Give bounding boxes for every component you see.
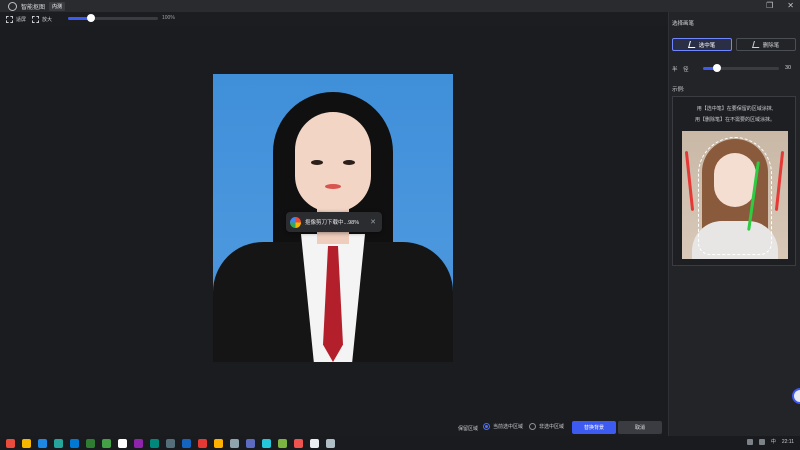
example-erase-stroke-left [684, 151, 695, 211]
eraser-pen-icon [751, 41, 761, 48]
example-label: 示例: [672, 87, 685, 93]
photo-right-eye [343, 160, 355, 165]
wifi-icon[interactable] [746, 438, 753, 445]
ime-indicator[interactable]: 中 [771, 438, 776, 445]
fit-screen-icon [6, 15, 13, 23]
keep-area-label: 保留区域 [458, 426, 479, 432]
select-pen-button[interactable]: 选中笔 [672, 38, 732, 51]
taskbar-app-icons [6, 438, 335, 448]
radio-dot-icon [483, 423, 490, 430]
radius-value: 30 [785, 65, 792, 71]
taskbar-app-icon[interactable] [54, 438, 63, 448]
app-title: 智能抠图 [21, 4, 46, 11]
taskbar-app-icon[interactable] [310, 438, 319, 448]
example-line-1: 用【选中笔】在要保留的区域涂抹, [696, 106, 774, 112]
radio-current-area[interactable]: 当前选中区域 [483, 423, 523, 430]
radius-label: 半 径 [672, 67, 689, 73]
zoom-percent: 100% [162, 15, 175, 21]
toast-text: 抠像剪刀下载中...98% [305, 220, 360, 226]
view-toolbar: 适屏 放大 100% [0, 12, 668, 26]
close-toast-icon[interactable]: ✕ [370, 218, 376, 226]
taskbar-app-icon[interactable] [182, 438, 191, 448]
taskbar-app-icon[interactable] [86, 438, 95, 448]
taskbar-app-icon[interactable] [134, 438, 143, 448]
system-tray: 中 22:11 [746, 438, 794, 445]
taskbar-clock[interactable]: 22:11 [782, 439, 794, 445]
example-box: 用【选中笔】在要保留的区域涂抹, 用【删除笔】在不需要的区域涂抹。 [672, 96, 796, 266]
edit-canvas[interactable]: 抠像剪刀下载中...98% ✕ [0, 26, 668, 420]
fit-screen-label: 适屏 [16, 16, 27, 23]
select-pen-label: 选中笔 [698, 42, 716, 49]
radio-other-area[interactable]: 非选中区域 [529, 423, 564, 430]
zoom-slider-handle[interactable] [87, 14, 96, 22]
beta-badge: 内测 [49, 1, 66, 11]
taskbar-app-icon[interactable] [294, 438, 303, 448]
radio-dot-icon [529, 423, 536, 430]
photo-left-eye [311, 160, 323, 165]
close-window-icon[interactable]: ✕ [787, 1, 794, 10]
taskbar-app-icon[interactable] [6, 438, 15, 448]
taskbar-app-icon[interactable] [198, 438, 207, 448]
title-bar: 智能抠图 内测 ❐ ✕ [0, 0, 800, 12]
taskbar-app-icon[interactable] [150, 438, 159, 448]
cancel-button[interactable]: 取消 [618, 421, 662, 434]
panel-title: 选择画笔 [672, 21, 695, 27]
example-line-2: 用【删除笔】在不需要的区域涂抹。 [694, 117, 775, 123]
taskbar-app-icon[interactable] [118, 438, 127, 448]
example-erase-stroke-right [774, 151, 785, 211]
radio-other-label: 非选中区域 [539, 424, 565, 430]
taskbar-app-icon[interactable] [278, 438, 287, 448]
taskbar-app-icon[interactable] [230, 438, 239, 448]
enlarge-icon [32, 15, 40, 23]
enlarge-button[interactable]: 放大 [32, 15, 53, 23]
radio-current-label: 当前选中区域 [493, 424, 524, 430]
os-taskbar: 中 22:11 [0, 436, 800, 450]
taskbar-app-icon[interactable] [326, 438, 335, 448]
window-controls: ❐ ✕ [766, 1, 794, 10]
zoom-slider[interactable] [68, 14, 158, 22]
radius-slider-handle[interactable] [713, 64, 721, 72]
brush-panel: 选择画笔 选中笔 删除笔 半 径 30 示例: 用【选中笔】在要保留的区域涂抹,… [668, 12, 800, 436]
restore-window-icon[interactable]: ❐ [766, 1, 773, 10]
action-bar: 保留区域 当前选中区域 非选中区域 替换背景 取消 [0, 420, 668, 436]
erase-pen-label: 删除笔 [762, 42, 780, 49]
fit-screen-button[interactable]: 适屏 [6, 15, 27, 23]
erase-pen-button[interactable]: 删除笔 [736, 38, 796, 51]
taskbar-app-icon[interactable] [246, 438, 255, 448]
app-logo-icon [8, 1, 17, 11]
pen-icon [687, 41, 697, 48]
photo-lips [325, 184, 341, 189]
enlarge-label: 放大 [42, 16, 53, 23]
replace-background-button[interactable]: 替换背景 [572, 421, 616, 434]
taskbar-app-icon[interactable] [102, 438, 111, 448]
volume-icon[interactable] [758, 438, 765, 445]
radius-slider[interactable] [703, 64, 779, 72]
taskbar-app-icon[interactable] [70, 438, 79, 448]
taskbar-app-icon[interactable] [38, 438, 47, 448]
download-toast: 抠像剪刀下载中...98% ✕ [286, 212, 382, 232]
example-selection-outline [698, 137, 772, 255]
loading-spinner-icon [290, 216, 301, 228]
taskbar-app-icon[interactable] [166, 438, 175, 448]
taskbar-app-icon[interactable] [214, 438, 223, 448]
photo-face [295, 112, 371, 212]
example-image [682, 131, 788, 259]
taskbar-app-icon[interactable] [262, 438, 271, 448]
taskbar-app-icon[interactable] [22, 438, 31, 448]
